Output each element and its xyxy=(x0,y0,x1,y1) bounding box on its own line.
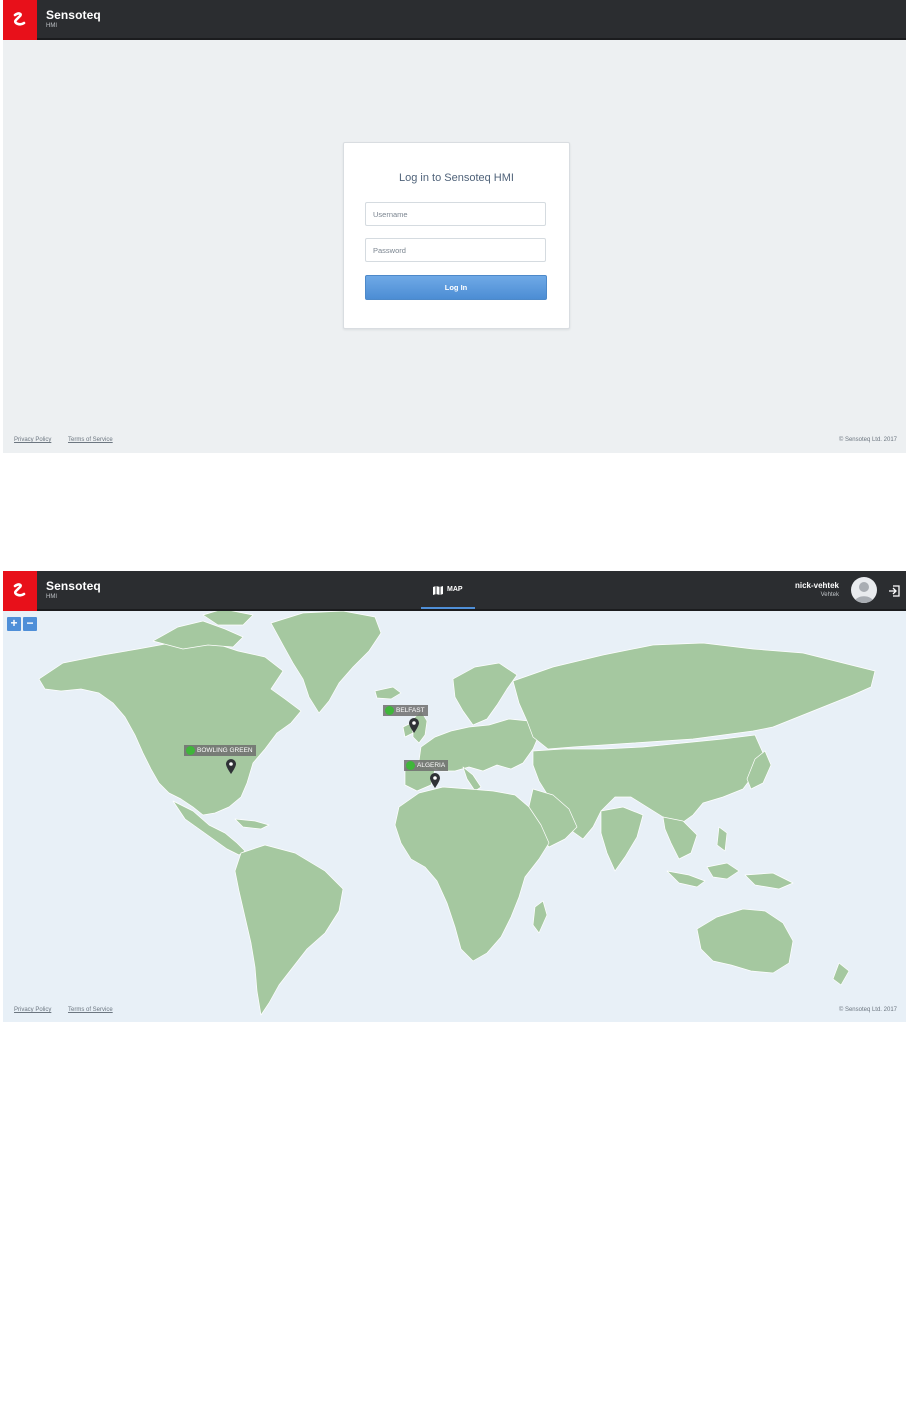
brand-name: Sensoteq xyxy=(46,8,101,22)
check-circle-icon xyxy=(385,706,394,715)
sensoteq-logo-icon[interactable] xyxy=(3,571,37,611)
check-circle-icon xyxy=(406,761,415,770)
login-card: Log in to Sensoteq HMI Log In xyxy=(343,142,570,329)
copyright-text: © Sensoteq Ltd. 2017 xyxy=(838,437,897,443)
map-pin-icon[interactable] xyxy=(409,718,419,733)
tab-map-label: MAP xyxy=(447,586,463,593)
brand-subtitle: HMI xyxy=(46,23,57,29)
map-pin-icon[interactable] xyxy=(226,759,236,774)
top-bar: Sensoteq HMI xyxy=(3,0,906,40)
check-circle-icon xyxy=(186,746,195,755)
login-screen: Sensoteq HMI Log in to Sensoteq HMI Log … xyxy=(3,0,906,453)
terms-of-service-link[interactable]: Terms of Service xyxy=(68,1007,113,1013)
brand-subtitle: HMI xyxy=(46,594,57,600)
map-screen: Sensoteq HMI MAP nick-vehtek Vehtek + − … xyxy=(3,571,906,1022)
user-avatar-icon[interactable] xyxy=(851,577,877,603)
logout-icon[interactable] xyxy=(888,584,900,597)
password-input[interactable] xyxy=(365,238,546,262)
user-organization: Vehtek xyxy=(820,592,839,598)
site-label-algeria[interactable]: ALGERIA xyxy=(404,760,449,771)
brand-name: Sensoteq xyxy=(46,579,101,593)
top-bar: Sensoteq HMI MAP nick-vehtek Vehtek xyxy=(3,571,906,611)
map-pin-icon[interactable] xyxy=(430,773,440,788)
privacy-policy-link[interactable]: Privacy Policy xyxy=(14,437,51,443)
world-map[interactable] xyxy=(3,571,906,1022)
login-button[interactable]: Log In xyxy=(365,275,547,300)
site-label-bowling-green[interactable]: BOWLING GREEN xyxy=(184,745,256,756)
login-title: Log in to Sensoteq HMI xyxy=(399,172,514,184)
site-label-belfast[interactable]: BELFAST xyxy=(383,705,428,716)
site-label-text: BOWLING GREEN xyxy=(197,747,253,754)
site-label-text: ALGERIA xyxy=(417,762,446,769)
copyright-text: © Sensoteq Ltd. 2017 xyxy=(838,1007,897,1013)
sensoteq-logo-icon[interactable] xyxy=(3,0,37,40)
username-input[interactable] xyxy=(365,202,546,226)
map-icon xyxy=(433,586,443,595)
site-label-text: BELFAST xyxy=(396,707,425,714)
tab-map[interactable]: MAP xyxy=(421,571,475,609)
terms-of-service-link[interactable]: Terms of Service xyxy=(68,437,113,443)
zoom-in-button[interactable]: + xyxy=(7,617,21,631)
user-name: nick-vehtek xyxy=(794,581,839,590)
privacy-policy-link[interactable]: Privacy Policy xyxy=(14,1007,51,1013)
zoom-out-button[interactable]: − xyxy=(23,617,37,631)
